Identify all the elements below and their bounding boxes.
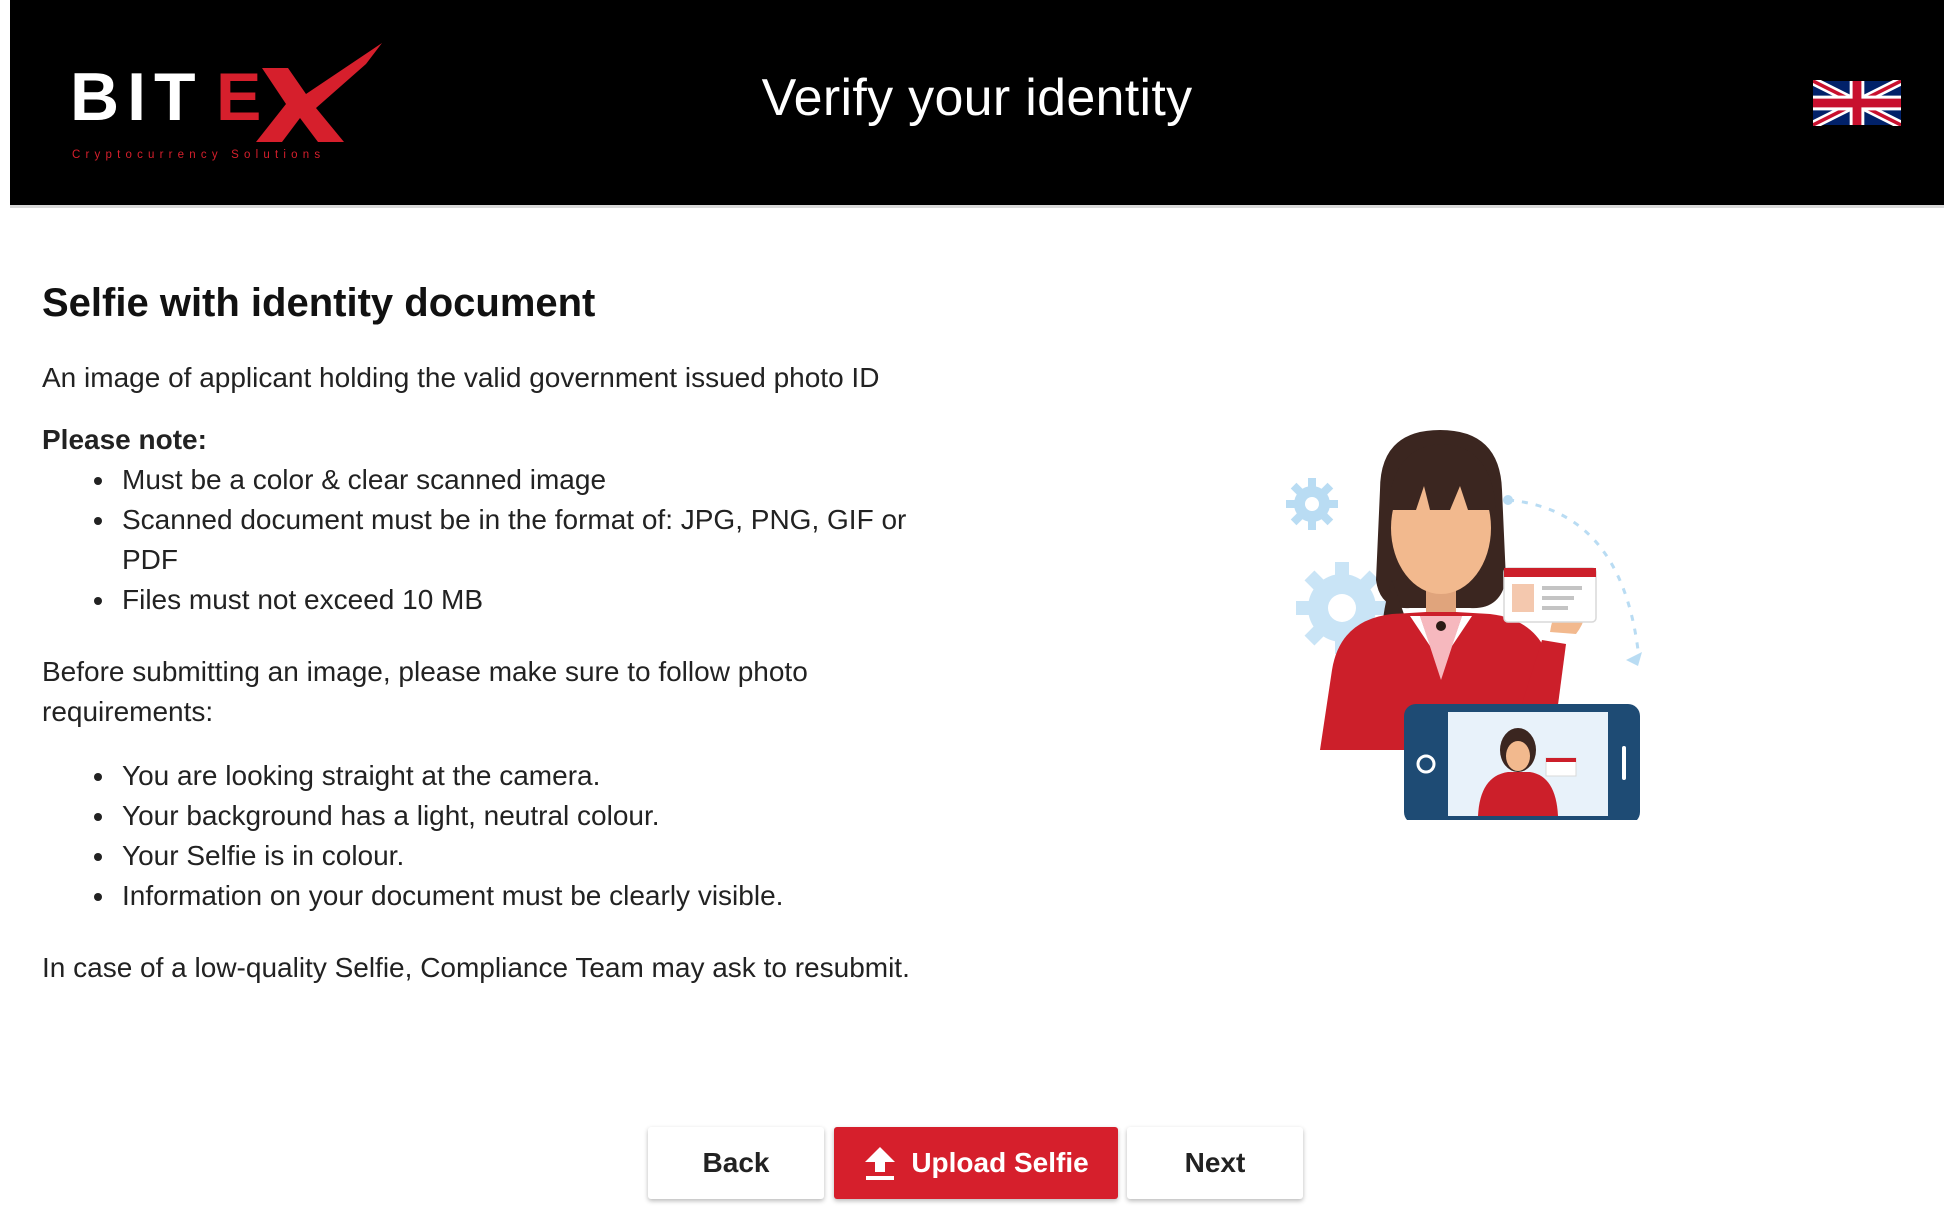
intro-text: An image of applicant holding the valid … [42,362,880,393]
notes-list: Must be a color & clear scanned image Sc… [92,460,942,620]
header-bar: BIT E Cryptocurrency Solutions Verify yo… [10,0,1944,208]
list-item: Scanned document must be in the format o… [92,500,942,580]
final-text: In case of a low-quality Selfie, Complia… [42,952,910,983]
list-item: Information on your document must be cle… [92,876,942,916]
back-button[interactable]: Back [648,1127,824,1199]
list-item: Your background has a light, neutral col… [92,796,942,836]
gear-icon [1286,478,1338,530]
list-item: Your Selfie is in colour. [92,836,942,876]
main-content: Selfie with identity document An image o… [42,278,942,988]
next-button[interactable]: Next [1127,1127,1303,1199]
page-title: Verify your identity [761,69,1193,127]
logo-tagline: Cryptocurrency Solutions [72,149,325,161]
upload-selfie-button[interactable]: Upload Selfie [834,1127,1118,1199]
upload-arrow-icon [863,1145,897,1181]
id-card-icon [1503,567,1597,623]
before-text: Before submitting an image, please make … [42,656,808,727]
requirements-list: You are looking straight at the camera. … [92,756,942,916]
note-label: Please note: [42,424,207,455]
list-item: You are looking straight at the camera. [92,756,942,796]
selfie-illustration [1280,420,1650,824]
uk-flag-icon[interactable] [1813,80,1901,126]
list-item: Files must not exceed 10 MB [92,580,942,620]
section-title: Selfie with identity document [42,281,596,325]
list-item: Must be a color & clear scanned image [92,460,942,500]
phone-icon [1404,704,1640,824]
upload-button-label: Upload Selfie [911,1147,1089,1178]
